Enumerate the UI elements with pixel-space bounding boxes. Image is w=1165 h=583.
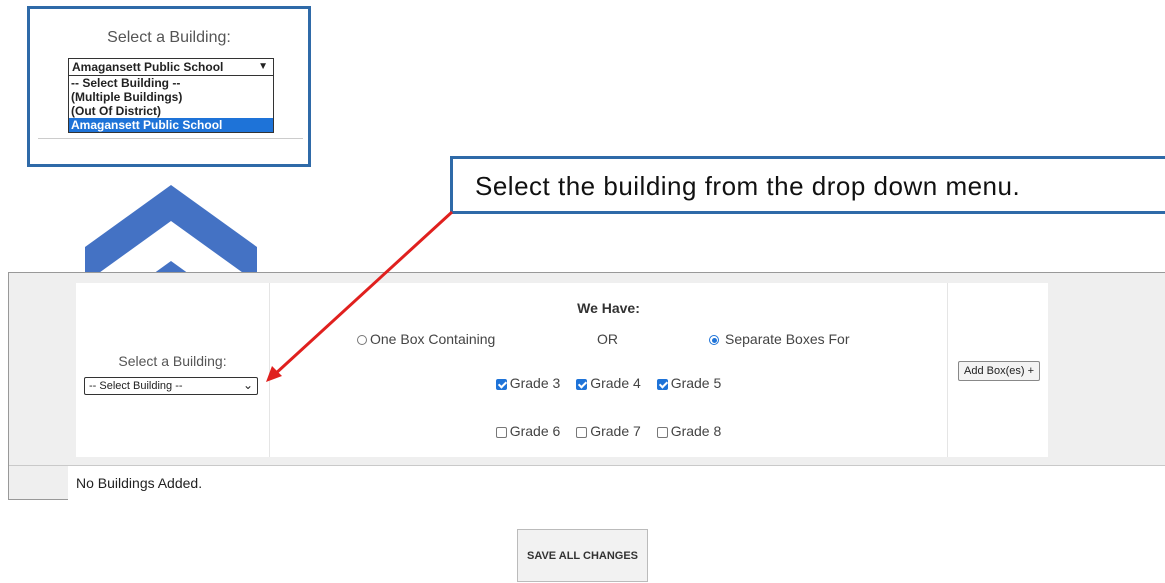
checkbox-checked-icon[interactable]: [495, 378, 507, 390]
save-all-changes-button[interactable]: SAVE ALL CHANGES: [517, 529, 648, 582]
instruction-text: Select the building from the drop down m…: [475, 171, 1021, 201]
zoom-building-select[interactable]: Amagansett Public School ▼: [68, 58, 274, 76]
radio-separate-label: Separate Boxes For: [725, 331, 850, 347]
building-label: Select a Building:: [118, 353, 227, 369]
option-amagansett[interactable]: Amagansett Public School: [69, 118, 273, 132]
option-out-of-district[interactable]: (Out Of District): [69, 104, 273, 118]
grade-label: Grade 5: [670, 375, 722, 391]
zoom-divider: [38, 138, 303, 139]
option-multiple-buildings[interactable]: (Multiple Buildings): [69, 90, 273, 104]
grade-4-checkbox[interactable]: Grade 4: [576, 375, 641, 391]
radio-icon[interactable]: [357, 335, 367, 346]
grade-3-checkbox[interactable]: Grade 3: [495, 375, 561, 391]
grades-row-1: Grade 3 Grade 4 Grade 5: [270, 375, 947, 391]
grade-5-checkbox[interactable]: Grade 5: [656, 375, 722, 391]
grades-row-2: Grade 6 Grade 7 Grade 8: [270, 423, 947, 439]
box-config-area: Select a Building: -- Select Building --…: [76, 283, 1048, 457]
zoomed-dropdown-callout: Select a Building: Amagansett Public Sch…: [27, 6, 311, 167]
radio-one-box-label: One Box Containing: [370, 331, 496, 347]
grade-label: Grade 3: [509, 375, 561, 391]
grade-8-checkbox[interactable]: Grade 8: [656, 423, 722, 439]
checkbox-icon[interactable]: [495, 426, 507, 438]
zoom-select-value: Amagansett Public School: [72, 60, 224, 74]
grade-label: Grade 7: [590, 423, 641, 439]
radio-separate-boxes[interactable]: Separate Boxes For: [709, 331, 850, 347]
building-panel: Select a Building: -- Select Building --…: [8, 272, 1165, 500]
option-select-building[interactable]: -- Select Building --: [69, 76, 273, 90]
checkbox-icon[interactable]: [576, 426, 588, 438]
checkbox-icon[interactable]: [656, 426, 668, 438]
grade-label: Grade 6: [509, 423, 561, 439]
grade-label: Grade 4: [590, 375, 641, 391]
or-text: OR: [597, 331, 618, 347]
checkbox-checked-icon[interactable]: [656, 378, 668, 390]
instruction-callout: Select the building from the drop down m…: [450, 156, 1165, 214]
column-divider: [947, 283, 948, 457]
add-boxes-button[interactable]: Add Box(es) +: [958, 361, 1040, 381]
grade-6-checkbox[interactable]: Grade 6: [495, 423, 561, 439]
zoom-option-list: -- Select Building -- (Multiple Building…: [68, 76, 274, 133]
we-have-label: We Have:: [577, 300, 640, 316]
chevron-down-icon: ⌄: [242, 378, 253, 392]
checkbox-checked-icon[interactable]: [576, 378, 588, 390]
caret-down-icon: ▼: [258, 61, 268, 72]
radio-selected-icon[interactable]: [709, 335, 719, 346]
no-buildings-message: No Buildings Added.: [68, 466, 1165, 500]
grade-label: Grade 8: [670, 423, 722, 439]
building-select-value: -- Select Building --: [89, 380, 183, 392]
zoom-title: Select a Building:: [107, 29, 231, 46]
grade-7-checkbox[interactable]: Grade 7: [576, 423, 641, 439]
building-select[interactable]: -- Select Building -- ⌄: [84, 377, 258, 395]
radio-one-box[interactable]: One Box Containing: [357, 331, 495, 347]
